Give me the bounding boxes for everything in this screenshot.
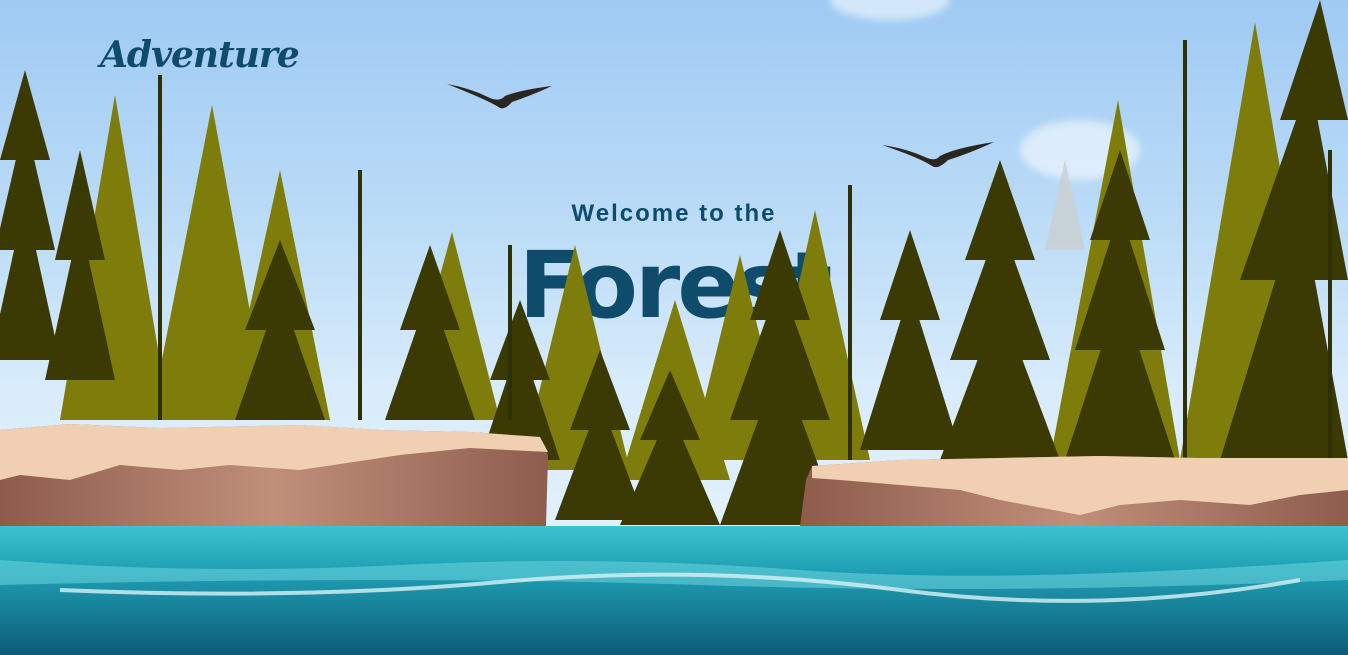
pine-tree	[235, 240, 325, 420]
pine-tree	[860, 230, 960, 450]
distant-tree	[1045, 160, 1085, 250]
forest-scene	[0, 0, 1348, 655]
left-cliff	[0, 424, 548, 526]
bird-icon	[447, 84, 552, 109]
right-cliff	[800, 456, 1348, 526]
pine-tree	[940, 160, 1060, 460]
pine-tree	[0, 70, 60, 360]
bird-icon	[882, 142, 994, 168]
river-water	[0, 526, 1348, 655]
